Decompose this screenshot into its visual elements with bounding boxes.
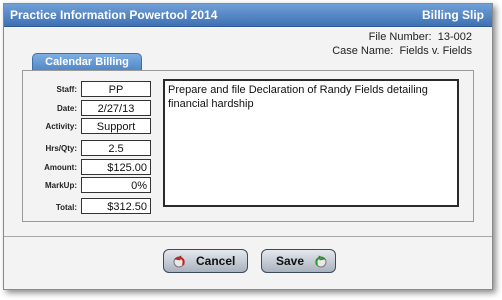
case-name-row: Case Name: Fields v. Fields bbox=[332, 44, 472, 58]
activity-field[interactable]: Support bbox=[81, 118, 151, 134]
tab-calendar-billing[interactable]: Calendar Billing bbox=[32, 53, 142, 71]
dialog-title: Billing Slip bbox=[422, 8, 484, 22]
save-button[interactable]: Save bbox=[261, 249, 336, 273]
file-number-row: File Number: 13-002 bbox=[332, 30, 472, 44]
hrs-qty-field[interactable]: 2.5 bbox=[81, 140, 151, 156]
case-name-label: Case Name: bbox=[332, 45, 394, 57]
save-arrow-icon bbox=[312, 254, 328, 268]
divider bbox=[4, 236, 492, 237]
file-number-value: 13-002 bbox=[437, 31, 472, 43]
title-bar: Practice Information Powertool 2014 Bill… bbox=[4, 4, 492, 27]
activity-label: Activity: bbox=[45, 122, 77, 131]
amount-label: Amount: bbox=[44, 163, 77, 172]
case-name-value: Fields v. Fields bbox=[399, 45, 472, 57]
cancel-arrow-icon bbox=[172, 254, 188, 268]
app-title: Practice Information Powertool 2014 bbox=[10, 8, 218, 22]
staff-label: Staff: bbox=[56, 85, 77, 94]
hrs-qty-label: Hrs/Qty: bbox=[45, 144, 77, 153]
billing-slip-window: Practice Information Powertool 2014 Bill… bbox=[3, 3, 493, 290]
cancel-button-label: Cancel bbox=[196, 254, 236, 268]
date-field[interactable]: 2/27/13 bbox=[81, 100, 151, 116]
calendar-billing-panel: Staff: PP Date: 2/27/13 Activity: Suppor… bbox=[22, 70, 474, 222]
total-label: Total: bbox=[55, 203, 77, 212]
notes-textarea[interactable]: Prepare and file Declaration of Randy Fi… bbox=[163, 79, 459, 207]
file-info: File Number: 13-002 Case Name: Fields v.… bbox=[332, 30, 472, 58]
markup-field[interactable]: 0% bbox=[81, 177, 151, 193]
file-number-label: File Number: bbox=[368, 31, 432, 43]
save-button-label: Save bbox=[276, 254, 305, 268]
cancel-button[interactable]: Cancel bbox=[163, 249, 248, 273]
staff-field[interactable]: PP bbox=[81, 81, 151, 97]
total-field: $312.50 bbox=[81, 198, 151, 214]
markup-label: MarkUp: bbox=[44, 181, 77, 190]
amount-field[interactable]: $125.00 bbox=[81, 159, 151, 175]
date-label: Date: bbox=[56, 104, 77, 113]
